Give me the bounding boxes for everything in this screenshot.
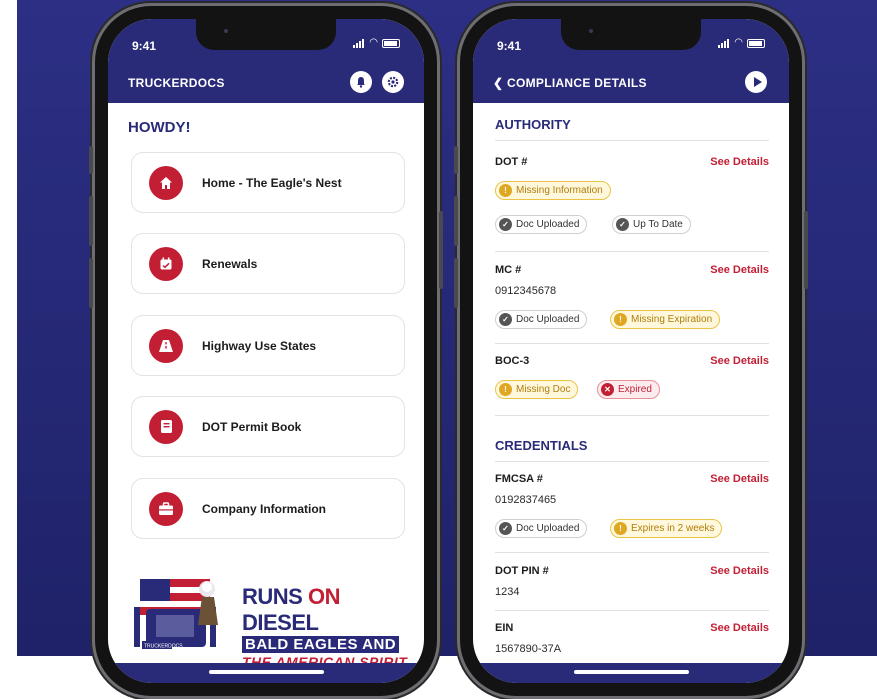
menu-item-highway-use-states[interactable]: Highway Use States (131, 315, 405, 376)
warning-icon: ! (499, 383, 512, 396)
status-time: 9:41 (497, 39, 522, 53)
divider (495, 610, 769, 611)
logo-text: RUNS ON DIESEL BALD EAGLES AND THE AMERI… (242, 584, 410, 670)
menu-item-company-information[interactable]: Company Information (131, 478, 405, 539)
see-details-link-boc3[interactable]: See Details (710, 355, 769, 367)
truck-tag-text: TRUCKERDOCS (144, 644, 183, 650)
status-badge: ✕ Expired (597, 380, 660, 399)
item-label-mc: MC # (495, 264, 522, 276)
warning-icon: ! (499, 184, 512, 197)
status-icons: ◠ (353, 38, 400, 48)
logo-line-2: BALD EAGLES AND (242, 636, 400, 653)
warning-icon: ! (614, 522, 627, 535)
volume-down-button (454, 258, 458, 308)
volume-up-button (89, 196, 93, 246)
menu-item-label: Renewals (202, 256, 258, 271)
menu-item-label: Company Information (202, 501, 327, 516)
section-heading-credentials: CREDENTIALS (495, 438, 588, 453)
item-value-ein: 1567890-37A (495, 643, 562, 655)
divider (495, 461, 769, 462)
page-title: COMPLIANCE DETAILS (507, 76, 647, 90)
play-icon[interactable] (745, 71, 767, 93)
item-label-ein: EIN (495, 622, 514, 634)
wifi-icon: ◠ (734, 37, 743, 48)
divider (495, 251, 769, 252)
home-indicator[interactable] (574, 670, 689, 674)
divider (495, 552, 769, 553)
status-badge: ✓ Doc Uploaded (495, 519, 588, 538)
status-badge: ! Expires in 2 weeks (610, 519, 723, 538)
check-icon: ✓ (499, 522, 512, 535)
menu-item-label: Highway Use States (202, 338, 317, 353)
back-button[interactable]: ❮ COMPLIANCE DETAILS (493, 76, 647, 90)
status-badge: ! Missing Doc (495, 380, 579, 399)
status-badge: ✓ Up To Date (612, 215, 691, 234)
x-icon: ✕ (601, 383, 614, 396)
divider (495, 343, 769, 344)
logo-line-1: RUNS ON DIESEL (242, 584, 340, 635)
check-icon: ✓ (499, 218, 512, 231)
notch (561, 19, 701, 50)
section-heading-authority: AUTHORITY (495, 117, 571, 132)
item-label-fmcsa: FMCSA # (495, 473, 543, 485)
power-button (804, 211, 808, 289)
app-title: TRUCKERDOCS (128, 76, 225, 90)
see-details-link-mc[interactable]: See Details (710, 264, 769, 276)
see-details-link-fmcsa[interactable]: See Details (710, 473, 769, 485)
home-screen: 9:41 ◠ TRUCKERDOCS HOWDY! Home - The Eag… (108, 19, 424, 683)
wifi-icon: ◠ (369, 37, 378, 48)
item-value-dot-pin: 1234 (495, 586, 520, 598)
menu-item-home[interactable]: Home - The Eagle's Nest (131, 152, 405, 213)
see-details-link-dot-pin[interactable]: See Details (710, 565, 769, 577)
item-label-boc3: BOC-3 (495, 355, 530, 367)
phone-compliance: 9:41 ◠ ❮ COMPLIANCE DETAILS AUTHORITY DO… (454, 6, 808, 696)
status-icons: ◠ (718, 38, 765, 48)
menu-item-label: DOT Permit Book (202, 419, 302, 434)
greeting-heading: HOWDY! (128, 119, 191, 136)
menu-item-label: Home - The Eagle's Nest (202, 175, 342, 190)
battery-icon (747, 38, 765, 48)
truck-flag-illustration: TRUCKERDOCS (134, 579, 218, 650)
battery-icon (382, 38, 400, 48)
see-details-link-ein[interactable]: See Details (710, 622, 769, 634)
menu-item-renewals[interactable]: Renewals (131, 233, 405, 294)
calendar-check-icon (149, 246, 183, 281)
status-badge: ! Missing Information (495, 181, 611, 200)
signal-icon (718, 38, 730, 48)
book-icon (149, 409, 183, 444)
briefcase-icon (149, 491, 183, 526)
notch (196, 19, 336, 50)
warning-icon: ! (614, 313, 627, 326)
notification-bell-icon[interactable] (350, 71, 372, 93)
power-button (439, 211, 443, 289)
phone-home: 9:41 ◠ TRUCKERDOCS HOWDY! Home - The Eag… (89, 6, 443, 696)
item-value-fmcsa: 0192837465 (495, 494, 557, 506)
settings-gear-icon[interactable] (382, 71, 404, 93)
status-badge: ! Missing Expiration (610, 310, 721, 329)
runs-on-diesel-logo: TRUCKERDOCS RUNS ON DIESEL BALD EAGLES A… (132, 564, 414, 670)
status-badge: ✓ Doc Uploaded (495, 215, 588, 234)
item-label-dot: DOT # (495, 156, 528, 168)
menu-item-dot-permit-book[interactable]: DOT Permit Book (131, 396, 405, 457)
home-indicator[interactable] (209, 670, 324, 674)
status-time: 9:41 (132, 39, 157, 53)
item-value-mc: 0912345678 (495, 285, 557, 297)
see-details-link-dot[interactable]: See Details (710, 156, 769, 168)
road-icon (149, 328, 183, 363)
check-icon: ✓ (616, 218, 629, 231)
check-icon: ✓ (499, 313, 512, 326)
divider (495, 140, 769, 141)
chevron-left-icon: ❮ (493, 76, 504, 90)
mute-switch (89, 146, 93, 174)
house-icon (149, 165, 183, 200)
item-label-dot-pin: DOT PIN # (495, 565, 549, 577)
volume-down-button (89, 258, 93, 308)
status-badge: ✓ Doc Uploaded (495, 310, 588, 329)
mute-switch (454, 146, 458, 174)
volume-up-button (454, 196, 458, 246)
divider (495, 415, 769, 416)
signal-icon (353, 38, 365, 48)
compliance-screen: 9:41 ◠ ❮ COMPLIANCE DETAILS AUTHORITY DO… (473, 19, 789, 683)
